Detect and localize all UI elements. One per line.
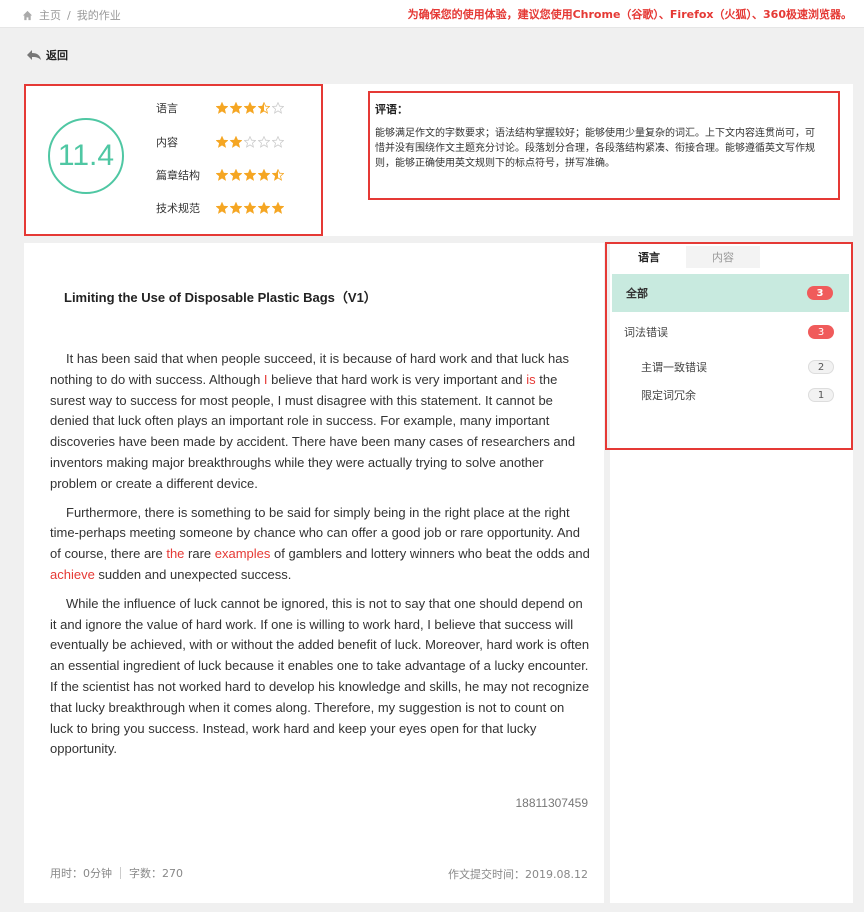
essay-title: Limiting the Use of Disposable Plastic B… xyxy=(64,290,377,305)
home-icon[interactable] xyxy=(22,10,33,21)
star-full-icon xyxy=(216,102,228,114)
error-word[interactable]: the xyxy=(166,546,184,561)
breadcrumb-separator: / xyxy=(67,8,71,22)
rating-label: 技术规范 xyxy=(156,202,200,215)
star-rating xyxy=(216,102,284,114)
star-rating xyxy=(216,169,284,181)
star-empty-icon xyxy=(244,136,256,148)
star-full-icon xyxy=(216,136,228,148)
star-empty-icon xyxy=(258,136,270,148)
essay-text: believe that hard work is very important… xyxy=(267,371,527,387)
star-full-icon xyxy=(216,202,228,214)
tab-language[interactable]: 语言 xyxy=(612,246,686,268)
rating-label: 篇章结构 xyxy=(156,169,200,182)
filter-all-label: 全部 xyxy=(626,287,648,300)
stats-divider xyxy=(120,867,121,879)
word-count: 字数：270 xyxy=(129,867,183,880)
time-used: 用时：0分钟 xyxy=(50,867,112,880)
breadcrumb-home[interactable]: 主页 xyxy=(39,7,61,23)
essay-text: sudden and unexpected success. xyxy=(94,566,292,582)
star-half-icon xyxy=(272,169,284,181)
star-rating xyxy=(216,202,284,214)
filter-item-determiner[interactable]: 限定词冗余 1 xyxy=(641,388,834,402)
essay-text: rare xyxy=(184,546,215,562)
comment-text: 能够满足作文的字数要求；语法结构掌握较好；能够使用少量复杂的词汇。上下文内容连贯… xyxy=(375,128,815,169)
filter-category-count: 3 xyxy=(808,325,834,339)
rating-row: 技术规范 xyxy=(156,200,284,216)
star-full-icon xyxy=(230,102,242,114)
star-full-icon xyxy=(258,169,270,181)
star-full-icon xyxy=(244,102,256,114)
essay-text: of gamblers and lottery winners who beat… xyxy=(270,546,590,562)
filter-item-label: 限定词冗余 xyxy=(641,389,696,402)
essay-paragraph-3: While the influence of luck cannot be ig… xyxy=(50,595,590,757)
star-full-icon xyxy=(216,169,228,181)
essay-paragraph-2: Furthermore, there is something to be sa… xyxy=(50,503,590,586)
submit-time: 作文提交时间：2019.08.12 xyxy=(448,868,588,881)
star-rating xyxy=(216,136,284,148)
filter-item-count: 2 xyxy=(808,360,834,374)
star-full-icon xyxy=(244,169,256,181)
error-tabs: 语言 内容 xyxy=(612,246,760,268)
error-word[interactable]: examples xyxy=(215,546,271,561)
essay-stats: 用时：0分钟 字数：270 xyxy=(50,865,183,881)
top-bar: 主页 / 我的作业 为确保您的使用体验，建议您使用Chrome（谷歌）、Fire… xyxy=(0,0,864,28)
error-word[interactable]: is xyxy=(526,372,535,387)
filter-item-label: 主谓一致错误 xyxy=(641,361,707,374)
essay-paragraph-1: It has been said that when people succee… xyxy=(50,349,590,495)
filter-item-count: 1 xyxy=(808,388,834,402)
back-button[interactable]: 返回 xyxy=(26,47,68,63)
comment-title: 评语： xyxy=(375,103,408,116)
star-full-icon xyxy=(230,136,242,148)
star-full-icon xyxy=(258,202,270,214)
rating-label: 语言 xyxy=(156,102,178,115)
filter-category-label: 词法错误 xyxy=(624,326,668,339)
essay-body: It has been said that when people succee… xyxy=(50,349,590,768)
star-empty-icon xyxy=(272,136,284,148)
tab-content[interactable]: 内容 xyxy=(686,246,760,268)
back-arrow-icon xyxy=(27,50,41,60)
back-label: 返回 xyxy=(46,49,68,62)
star-half-icon xyxy=(258,102,270,114)
filter-category[interactable]: 词法错误 3 xyxy=(624,325,834,339)
rating-label: 内容 xyxy=(156,136,178,149)
error-word[interactable]: achieve xyxy=(50,567,95,582)
rating-row: 篇章结构 xyxy=(156,167,284,183)
essay-text: the surest way to success for most peopl… xyxy=(50,371,576,491)
star-full-icon xyxy=(272,202,284,214)
student-phone: 18811307459 xyxy=(515,796,588,810)
star-full-icon xyxy=(244,202,256,214)
rating-row: 内容 xyxy=(156,134,284,150)
breadcrumb-current: 我的作业 xyxy=(76,9,121,22)
star-full-icon xyxy=(230,169,242,181)
filter-all[interactable]: 全部 3 xyxy=(612,274,849,312)
rating-row: 语言 xyxy=(156,100,284,116)
filter-all-count: 3 xyxy=(807,286,833,300)
star-empty-icon xyxy=(272,102,284,114)
score-circle: 11.4 xyxy=(48,118,124,194)
breadcrumb: 主页 / 我的作业 xyxy=(22,7,121,23)
star-full-icon xyxy=(230,202,242,214)
filter-item-subject-verb[interactable]: 主谓一致错误 2 xyxy=(641,360,834,374)
browser-notice: 为确保您的使用体验，建议您使用Chrome（谷歌）、Firefox（火狐）、36… xyxy=(407,8,852,21)
